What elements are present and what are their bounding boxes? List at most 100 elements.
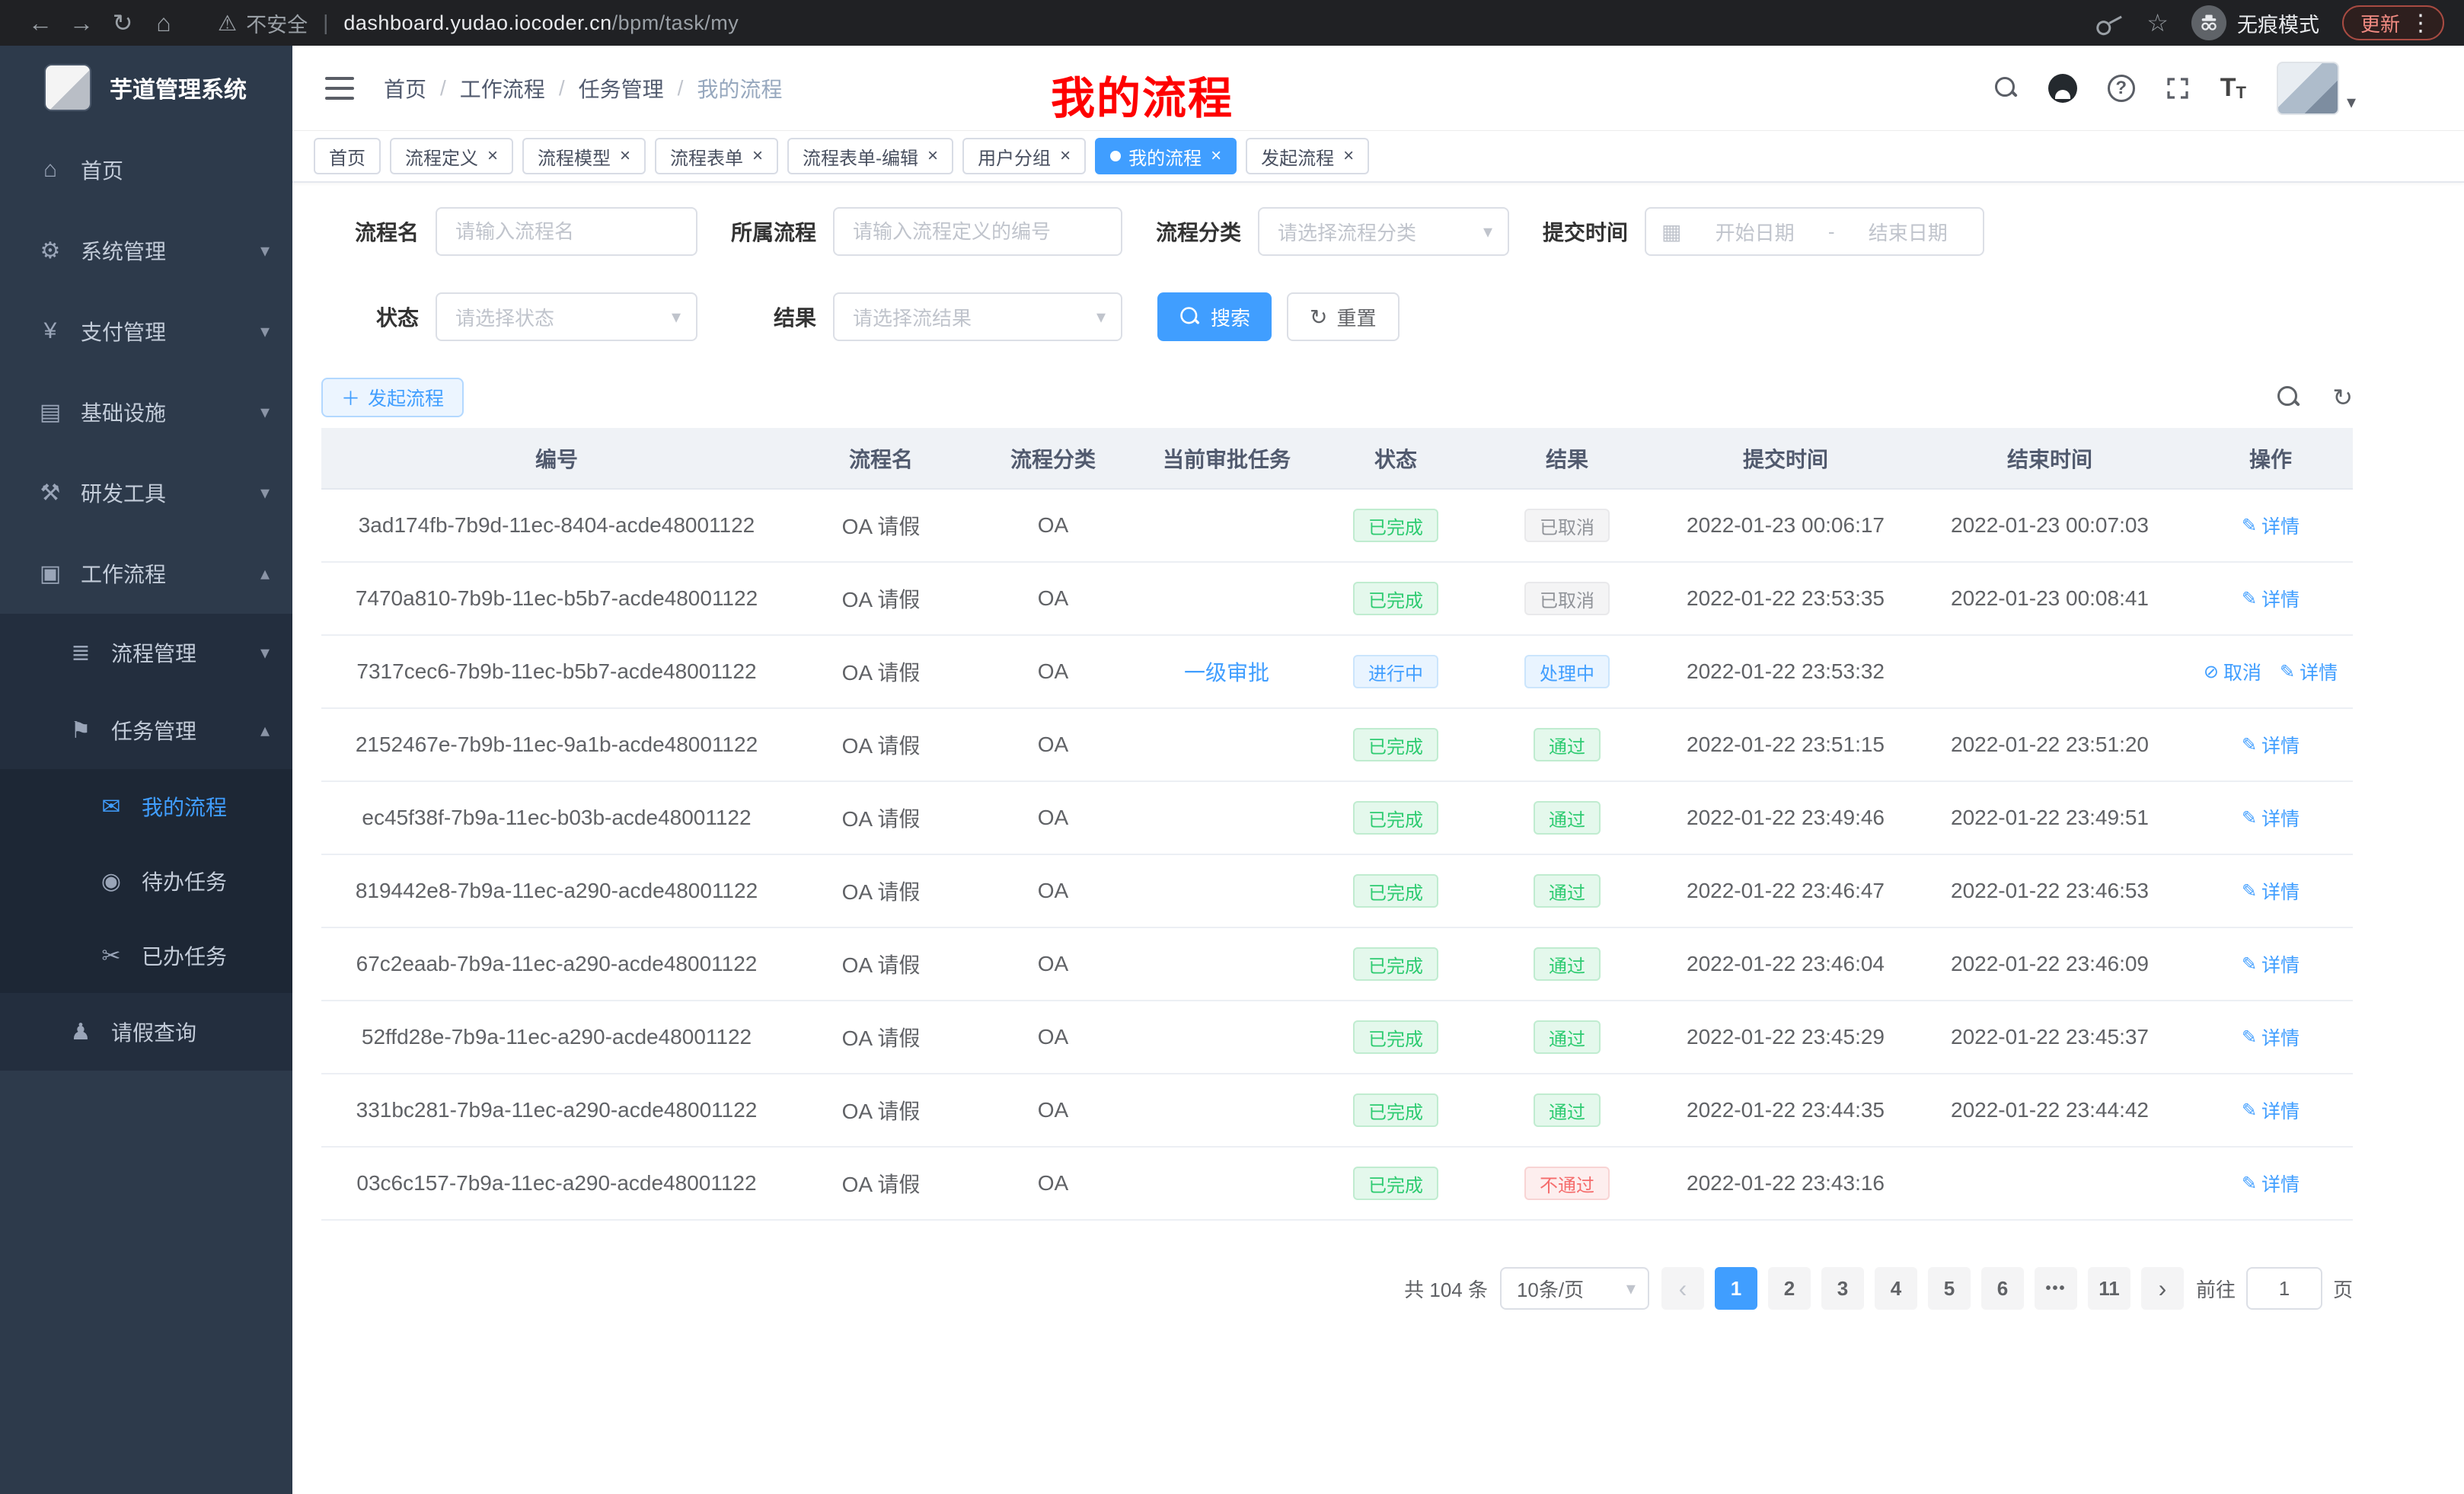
tab-3[interactable]: 流程表单× bbox=[655, 138, 778, 174]
process-key-input[interactable] bbox=[833, 207, 1122, 256]
tab-0[interactable]: 首页 bbox=[314, 138, 381, 174]
logo-area[interactable]: 芋道管理系统 bbox=[0, 46, 292, 129]
fullscreen-icon[interactable] bbox=[2166, 76, 2190, 101]
sidebar-item-leave-query[interactable]: ♟请假查询 bbox=[0, 993, 292, 1071]
cell-actions: ✎详情 bbox=[2188, 781, 2353, 854]
tab-5[interactable]: 用户分组× bbox=[962, 138, 1086, 174]
chevron-down-icon: ▾ bbox=[1626, 1278, 1636, 1300]
result-select[interactable]: 请选择流结果 ▾ bbox=[833, 292, 1122, 341]
cell-current-task bbox=[1136, 489, 1317, 562]
page-button-1[interactable]: 1 bbox=[1715, 1267, 1757, 1310]
page-button-5[interactable]: 5 bbox=[1928, 1267, 1971, 1310]
sidebar-item-process-manage[interactable]: ≣流程管理▾ bbox=[0, 614, 292, 691]
end-date-placeholder: 结束日期 bbox=[1849, 218, 1968, 246]
sidebar-item-infrastructure[interactable]: ▤基础设施▾ bbox=[0, 372, 292, 452]
breadcrumb-item[interactable]: 首页 bbox=[384, 73, 426, 104]
total-count: 共 104 条 bbox=[1404, 1275, 1488, 1303]
submit-time-range-picker[interactable]: ▦ 开始日期 - 结束日期 bbox=[1645, 207, 1984, 256]
detail-link[interactable]: ✎详情 bbox=[2242, 1023, 2300, 1051]
detail-link[interactable]: ✎详情 bbox=[2242, 877, 2300, 905]
category-label: 流程分类 bbox=[1151, 216, 1241, 247]
font-size-icon[interactable]: TT bbox=[2220, 73, 2246, 103]
toggle-search-icon[interactable] bbox=[2277, 386, 2300, 409]
more-pages-button[interactable]: ••• bbox=[2035, 1267, 2077, 1310]
sidebar-item-my-process[interactable]: ✉我的流程 bbox=[0, 769, 292, 844]
status-tag: 已完成 bbox=[1353, 582, 1438, 615]
process-name-input[interactable] bbox=[436, 207, 697, 256]
detail-link[interactable]: ✎详情 bbox=[2242, 804, 2300, 832]
detail-link[interactable]: ✎详情 bbox=[2242, 731, 2300, 758]
browser-home-icon[interactable]: ⌂ bbox=[143, 5, 184, 41]
help-icon[interactable]: ? bbox=[2108, 75, 2135, 102]
page-size-select[interactable]: 10条/页 ▾ bbox=[1500, 1267, 1649, 1310]
goto-label: 前往 bbox=[2196, 1275, 2236, 1303]
chevron-down-icon: ▾ bbox=[1483, 221, 1492, 243]
reset-button[interactable]: ↻ 重置 bbox=[1287, 292, 1399, 341]
bookmark-star-icon[interactable]: ☆ bbox=[2146, 8, 2169, 37]
breadcrumb-item[interactable]: 工作流程 bbox=[460, 73, 545, 104]
cancel-link[interactable]: ⊘取消 bbox=[2204, 658, 2261, 685]
cell-category: OA bbox=[970, 1147, 1136, 1220]
detail-link[interactable]: ✎详情 bbox=[2242, 1097, 2300, 1124]
page-button-2[interactable]: 2 bbox=[1768, 1267, 1811, 1310]
sidebar-item-workflow[interactable]: ▣工作流程▴ bbox=[0, 533, 292, 614]
status-select[interactable]: 请选择状态 ▾ bbox=[436, 292, 697, 341]
table-body: 3ad174fb-7b9d-11ec-8404-acde48001122OA 请… bbox=[321, 489, 2353, 1220]
forward-icon[interactable]: → bbox=[61, 5, 102, 41]
result-tag: 通过 bbox=[1534, 728, 1601, 761]
page-button-11[interactable]: 11 bbox=[2088, 1267, 2130, 1310]
detail-link[interactable]: ✎详情 bbox=[2242, 585, 2300, 612]
cell-id: 819442e8-7b9a-11ec-a290-acde48001122 bbox=[321, 854, 792, 927]
page-list: ‹ 123456 ••• 11 › bbox=[1661, 1267, 2184, 1310]
password-key-icon[interactable] bbox=[2093, 9, 2126, 36]
tab-1[interactable]: 流程定义× bbox=[390, 138, 513, 174]
user-menu[interactable]: ▾ bbox=[2277, 62, 2356, 115]
sidebar-item-todo-tasks[interactable]: ◉待办任务 bbox=[0, 844, 292, 918]
close-icon[interactable]: × bbox=[620, 147, 630, 165]
tab-7[interactable]: 发起流程× bbox=[1246, 138, 1369, 174]
detail-link[interactable]: ✎详情 bbox=[2242, 512, 2300, 539]
detail-link[interactable]: ✎详情 bbox=[2242, 950, 2300, 978]
address-bar[interactable]: ⚠ 不安全 | dashboard.yudao.iocoder.cn/bpm/t… bbox=[218, 8, 739, 38]
sidebar-item-system-manage[interactable]: ⚙系统管理▾ bbox=[0, 210, 292, 291]
close-icon[interactable]: × bbox=[752, 147, 763, 165]
sidebar-item-payment-manage[interactable]: ¥支付管理▾ bbox=[0, 291, 292, 372]
search-icon[interactable] bbox=[1995, 77, 2018, 100]
detail-link[interactable]: ✎详情 bbox=[2242, 1170, 2300, 1197]
tab-6[interactable]: 我的流程× bbox=[1095, 138, 1237, 174]
page-button-3[interactable]: 3 bbox=[1821, 1267, 1864, 1310]
collapse-sidebar-button[interactable] bbox=[321, 70, 358, 107]
sidebar-item-done-tasks[interactable]: ✂已办任务 bbox=[0, 918, 292, 993]
close-icon[interactable]: × bbox=[1060, 147, 1071, 165]
next-page-button[interactable]: › bbox=[2141, 1267, 2184, 1310]
github-icon[interactable] bbox=[2048, 74, 2077, 103]
close-icon[interactable]: × bbox=[1211, 147, 1221, 165]
sidebar-item-task-manage[interactable]: ⚑任务管理▴ bbox=[0, 691, 292, 769]
edit-icon: ✎ bbox=[2242, 880, 2257, 902]
refresh-table-icon[interactable]: ↻ bbox=[2332, 383, 2353, 412]
close-icon[interactable]: × bbox=[487, 147, 498, 165]
page-button-6[interactable]: 6 bbox=[1981, 1267, 2024, 1310]
category-select[interactable]: 请选择流程分类 ▾ bbox=[1258, 207, 1509, 256]
search-button[interactable]: 搜索 bbox=[1157, 292, 1272, 341]
prev-page-button[interactable]: ‹ bbox=[1661, 1267, 1704, 1310]
tab-2[interactable]: 流程模型× bbox=[522, 138, 646, 174]
detail-link[interactable]: ✎详情 bbox=[2280, 658, 2338, 685]
warning-icon: ⚠ bbox=[218, 11, 237, 36]
close-icon[interactable]: × bbox=[927, 147, 938, 165]
goto-page-input[interactable] bbox=[2246, 1267, 2322, 1310]
create-process-button[interactable]: ＋ 发起流程 bbox=[321, 378, 464, 417]
update-button[interactable]: 更新 ⋮ bbox=[2342, 5, 2444, 40]
sidebar-item-dev-tools[interactable]: ⚒研发工具▾ bbox=[0, 452, 292, 533]
page-url[interactable]: dashboard.yudao.iocoder.cn/bpm/task/my bbox=[343, 11, 739, 35]
browser-menu-icon[interactable]: ⋮ bbox=[2409, 10, 2432, 37]
result-tag: 通过 bbox=[1534, 947, 1601, 981]
sidebar-item-home[interactable]: ⌂首页 bbox=[0, 129, 292, 210]
back-icon[interactable]: ← bbox=[20, 5, 61, 41]
page-button-4[interactable]: 4 bbox=[1875, 1267, 1917, 1310]
tab-4[interactable]: 流程表单-编辑× bbox=[787, 138, 953, 174]
close-icon[interactable]: × bbox=[1343, 147, 1354, 165]
reload-icon[interactable]: ↻ bbox=[102, 5, 143, 41]
task-link[interactable]: 一级审批 bbox=[1184, 661, 1269, 685]
breadcrumb-item[interactable]: 任务管理 bbox=[579, 73, 664, 104]
